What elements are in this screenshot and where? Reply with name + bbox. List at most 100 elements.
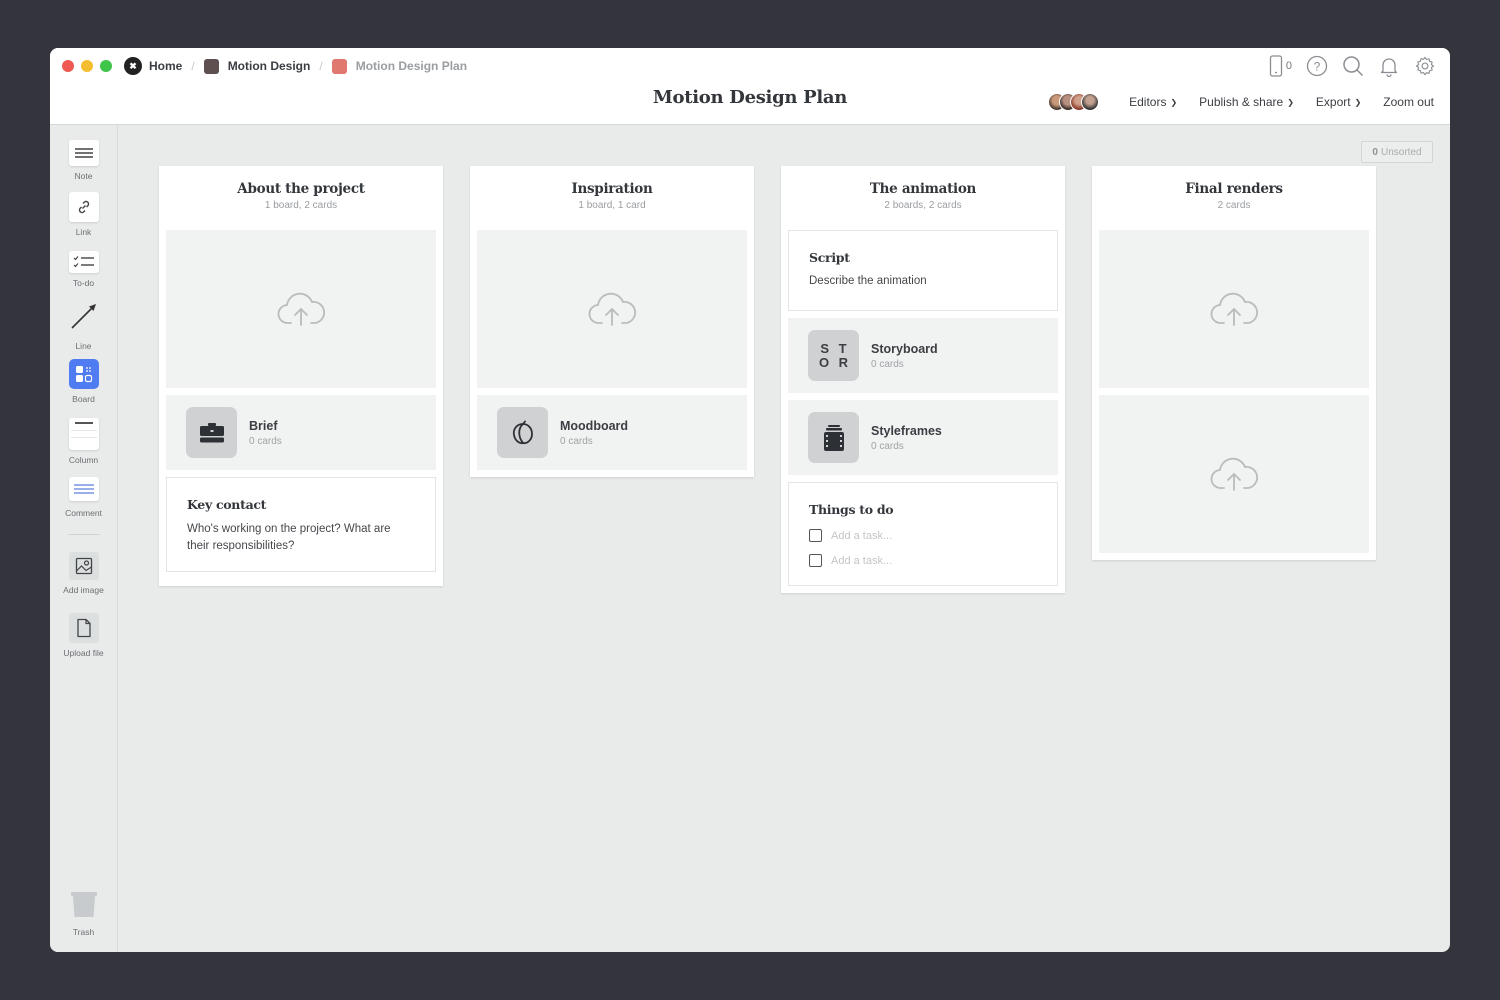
column-title: The animation <box>869 181 977 197</box>
publish-share-label: Publish & share <box>1199 95 1284 109</box>
board-canvas[interactable]: 0 Unsorted About the project 1 board, 2 … <box>118 125 1450 952</box>
breadcrumb: ✖ Home / Motion Design / Motion Design P… <box>124 57 467 75</box>
tool-board[interactable]: Board <box>50 359 117 404</box>
board-icon <box>68 359 99 389</box>
breadcrumb-separator: / <box>191 59 195 73</box>
board-swatch-icon <box>203 58 219 74</box>
tool-column[interactable]: Column <box>50 418 117 465</box>
tool-label: Trash <box>72 927 95 937</box>
column-title: Inspiration <box>571 181 653 197</box>
publish-share-dropdown[interactable]: Publish & share ❯ <box>1199 95 1294 109</box>
column-the-animation[interactable]: The animation 2 boards, 2 cards Script D… <box>781 166 1065 593</box>
tool-label: Upload file <box>63 648 104 658</box>
note-body: Who's working on the project? What are t… <box>187 523 391 552</box>
note-title: Key contact <box>187 497 267 512</box>
column-inspiration[interactable]: Inspiration 1 board, 1 card Moodboard 0 … <box>470 166 754 477</box>
cloud-upload-icon <box>1210 457 1258 491</box>
board-card-storyboard[interactable]: S TO R Storyboard 0 cards <box>788 318 1058 393</box>
gear-icon <box>1415 56 1435 76</box>
svg-text:?: ? <box>1314 60 1321 74</box>
tool-label: Link <box>75 227 92 237</box>
mobile-app-button[interactable]: 0 <box>1269 55 1292 77</box>
tool-todo[interactable]: To-do <box>50 251 117 288</box>
column-about-the-project[interactable]: About the project 1 board, 2 cards Brief… <box>159 166 443 586</box>
column-subtitle: 2 boards, 2 cards <box>884 200 962 211</box>
board-name: Styleframes <box>871 423 942 438</box>
tool-trash[interactable]: Trash <box>50 891 117 937</box>
top-icons: 0 ? <box>1269 55 1436 77</box>
file-icon <box>68 613 99 643</box>
board-count: 0 cards <box>871 358 904 370</box>
unsorted-button[interactable]: 0 Unsorted <box>1361 141 1433 163</box>
image-upload-placeholder[interactable] <box>1099 230 1369 388</box>
todo-checkbox[interactable] <box>809 554 822 567</box>
maximize-window-button[interactable] <box>100 60 112 72</box>
close-window-button[interactable] <box>62 60 74 72</box>
tool-add-image[interactable]: Add image <box>50 552 117 595</box>
board-name: Storyboard <box>871 341 938 356</box>
breadcrumb-motion-design-plan[interactable]: Motion Design Plan <box>331 58 467 74</box>
sidebar-divider <box>68 534 100 535</box>
storyboard-text-icon: S TO R <box>808 330 859 381</box>
unsorted-label: Unsorted <box>1380 146 1422 158</box>
tool-link[interactable]: Link <box>50 192 117 237</box>
image-upload-placeholder[interactable] <box>477 230 747 388</box>
tool-comment[interactable]: Comment <box>50 477 117 518</box>
tool-upload-file[interactable]: Upload file <box>50 613 117 658</box>
note-script[interactable]: Script Describe the animation <box>788 230 1058 311</box>
column-header[interactable]: The animation 2 boards, 2 cards <box>788 166 1058 230</box>
tool-label: To-do <box>72 278 95 288</box>
column-final-renders[interactable]: Final renders 2 cards <box>1092 166 1376 560</box>
cloud-upload-icon <box>588 292 636 326</box>
editors-dropdown[interactable]: Editors ❯ <box>1129 95 1177 109</box>
column-header[interactable]: Inspiration 1 board, 1 card <box>477 166 747 230</box>
search-button[interactable] <box>1342 55 1364 77</box>
bell-icon <box>1380 58 1398 77</box>
tool-note[interactable]: Note <box>50 140 117 181</box>
settings-button[interactable] <box>1414 55 1436 77</box>
todo-icon <box>68 251 99 273</box>
tool-label: Line <box>75 341 92 351</box>
link-icon <box>68 192 99 222</box>
search-icon <box>1343 56 1364 77</box>
column-header[interactable]: Final renders 2 cards <box>1099 166 1369 230</box>
todo-item <box>809 554 1037 567</box>
peach-icon <box>497 407 548 458</box>
image-upload-placeholder[interactable] <box>166 230 436 388</box>
note-icon <box>68 140 99 166</box>
help-button[interactable]: ? <box>1306 55 1328 77</box>
editor-avatars[interactable] <box>1048 93 1100 111</box>
breadcrumb-home[interactable]: ✖ Home <box>124 57 182 75</box>
tool-sidebar: Note Link To-do Line Board Column Commen… <box>50 125 118 952</box>
tool-label: Note <box>74 171 93 181</box>
tool-line[interactable]: Line <box>50 301 117 351</box>
board-swatch-icon <box>331 58 347 74</box>
notifications-button[interactable] <box>1378 55 1400 77</box>
export-dropdown[interactable]: Export ❯ <box>1316 95 1361 109</box>
todo-input[interactable] <box>831 529 1031 542</box>
note-key-contact[interactable]: Key contact Who's working on the project… <box>166 477 436 572</box>
trash-icon <box>70 891 98 924</box>
breadcrumb-motion-design[interactable]: Motion Design <box>203 58 310 74</box>
board-card-moodboard[interactable]: Moodboard 0 cards <box>477 395 747 470</box>
image-upload-placeholder[interactable] <box>1099 395 1369 553</box>
cloud-upload-icon <box>277 292 325 326</box>
column-title: About the project <box>237 181 365 197</box>
phone-icon <box>1269 55 1283 77</box>
column-header[interactable]: About the project 1 board, 2 cards <box>166 166 436 230</box>
zoom-out-button[interactable]: Zoom out <box>1383 95 1434 109</box>
todo-list-things-to-do[interactable]: Things to do <box>788 482 1058 586</box>
breadcrumb-label: Home <box>149 59 183 73</box>
tool-label: Add image <box>63 585 104 595</box>
note-title: Script <box>809 250 850 265</box>
board-card-styleframes[interactable]: Styleframes 0 cards <box>788 400 1058 475</box>
todo-checkbox[interactable] <box>809 529 822 542</box>
milanote-logo-icon: ✖ <box>124 57 142 75</box>
minimize-window-button[interactable] <box>81 60 93 72</box>
board-card-brief[interactable]: Brief 0 cards <box>166 395 436 470</box>
todo-title: Things to do <box>809 502 894 517</box>
column-subtitle: 1 board, 1 card <box>578 200 646 211</box>
board-count: 0 cards <box>249 435 282 447</box>
todo-input[interactable] <box>831 554 1031 567</box>
board-name: Moodboard <box>560 418 629 433</box>
